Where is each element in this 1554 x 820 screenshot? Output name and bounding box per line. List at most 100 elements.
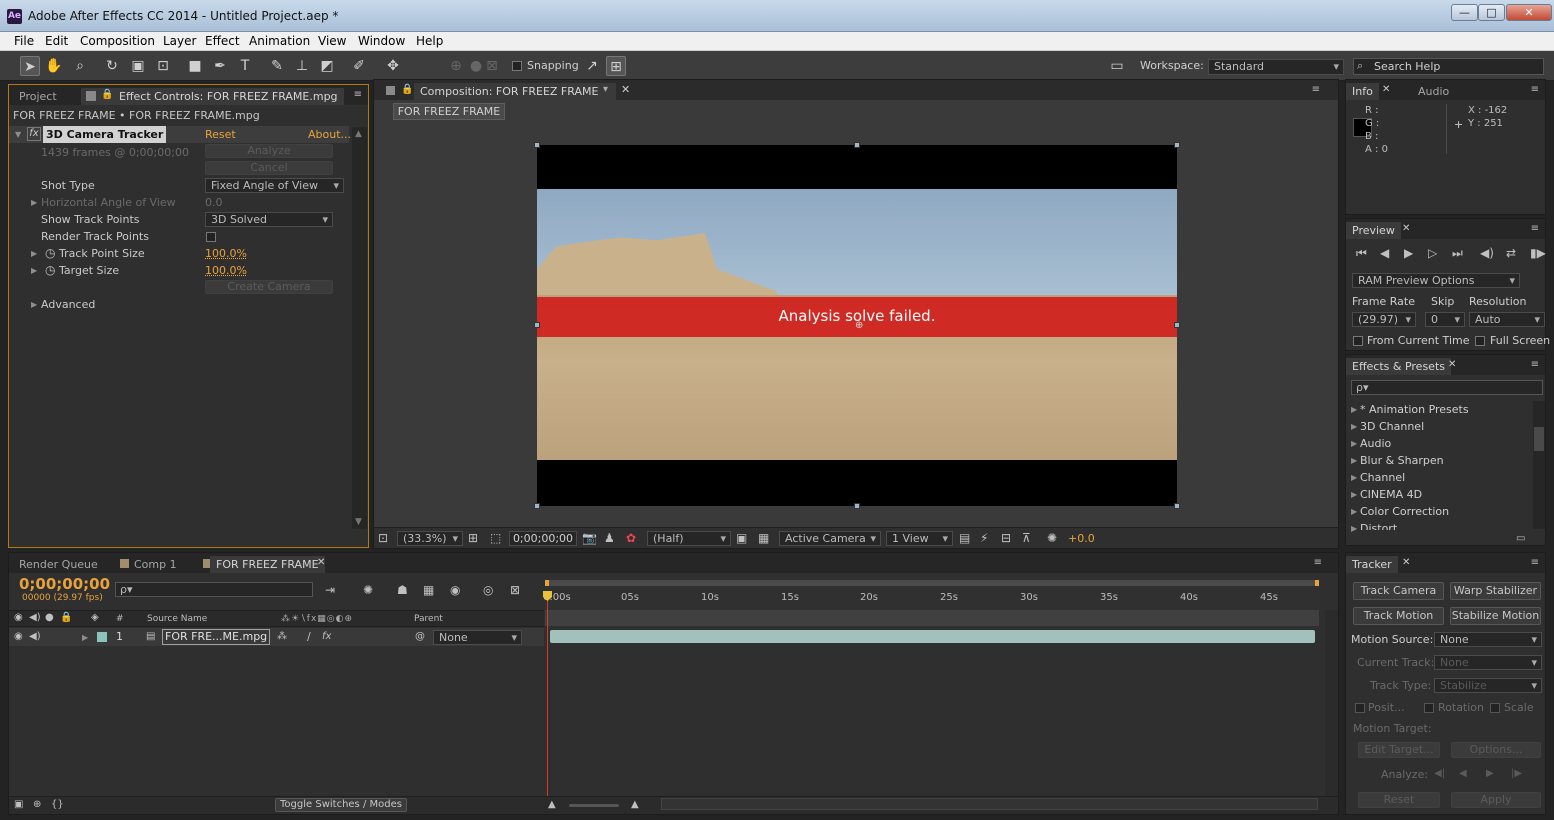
transform-handle[interactable] <box>1174 503 1180 509</box>
composition-viewer[interactable]: Analysis solve failed. ⊕ <box>537 145 1177 506</box>
tab-comp-1[interactable]: Comp 1 <box>128 556 183 573</box>
menu-window[interactable]: Window <box>358 34 405 48</box>
create-camera-button[interactable]: Create Camera <box>205 280 333 294</box>
lock-switch-icon[interactable]: 🔒 <box>60 611 72 625</box>
list-item[interactable]: CINEMA 4D <box>1360 486 1422 503</box>
scale-checkbox[interactable] <box>1490 703 1500 713</box>
view-layout-dropdown[interactable]: 1 View <box>886 531 953 546</box>
play-icon[interactable]: ▶ <box>1404 246 1413 260</box>
target-size-expand-icon[interactable]: ▶ <box>31 266 37 275</box>
toggle-switches-modes-button[interactable]: Toggle Switches / Modes <box>275 798 407 812</box>
eye-icon[interactable]: ◉ <box>14 630 23 644</box>
close-tab-icon[interactable]: ✕ <box>317 557 325 568</box>
brush-tool-icon[interactable]: ✎ <box>267 56 287 76</box>
timeline-icon[interactable]: ⚡ <box>980 531 988 545</box>
from-current-time-checkbox[interactable] <box>1353 336 1363 346</box>
effects-scrollbar[interactable] <box>1533 401 1545 529</box>
close-tab-icon[interactable]: ✕ <box>621 83 630 96</box>
tab-for-freez-frame[interactable]: FOR FREEZ FRAME <box>210 556 325 573</box>
frame-rate-dropdown[interactable]: (29.97) <box>1352 312 1416 327</box>
full-screen-checkbox[interactable] <box>1475 336 1485 346</box>
menu-animation[interactable]: Animation <box>249 34 310 48</box>
draft-3d-icon[interactable]: ✺ <box>363 583 373 597</box>
clone-stamp-tool-icon[interactable]: ⊥ <box>292 56 312 76</box>
current-time-field[interactable]: 0;00;00;00 <box>509 531 577 546</box>
hide-shy-icon[interactable]: ☗ <box>397 583 408 597</box>
mute-audio-icon[interactable]: ◀) <box>1480 246 1494 260</box>
transparency-grid-icon[interactable]: ▦ <box>758 531 769 545</box>
menu-effect[interactable]: Effect <box>205 34 240 48</box>
always-preview-icon[interactable]: ⊡ <box>378 531 388 545</box>
close-tab-icon[interactable]: ✕ <box>1402 223 1410 234</box>
fit-icon[interactable]: ⊞ <box>468 531 478 545</box>
expand-icon[interactable]: ▶ <box>1351 490 1357 499</box>
rotation-checkbox[interactable] <box>1424 703 1434 713</box>
magnification-dropdown[interactable]: (33.3%) <box>397 531 463 546</box>
scroll-up-icon[interactable]: ▲ <box>355 129 362 139</box>
camera-view-dropdown[interactable]: Active Camera <box>779 531 881 546</box>
menu-edit[interactable]: Edit <box>45 34 68 48</box>
exposure-icon[interactable]: ✺ <box>1047 531 1057 545</box>
pick-whip-icon[interactable]: @ <box>415 630 425 644</box>
timeline-horizontal-scrollbar[interactable] <box>661 798 1318 810</box>
scroll-thumb[interactable] <box>1534 427 1544 451</box>
position-checkbox[interactable] <box>1355 703 1365 713</box>
analyze-forward-icon[interactable]: ▶ <box>1486 767 1494 781</box>
render-track-points-checkbox[interactable] <box>206 232 216 242</box>
close-tab-icon[interactable]: ✕ <box>1448 359 1456 370</box>
eraser-tool-icon[interactable]: ◩ <box>317 56 337 76</box>
fx-icon[interactable]: fx <box>27 127 41 141</box>
maximize-button[interactable]: □ <box>1478 4 1505 21</box>
selection-tool-icon[interactable]: ➤ <box>20 56 40 76</box>
close-tab-icon[interactable]: ✕ <box>1382 84 1390 95</box>
menu-help[interactable]: Help <box>416 34 443 48</box>
tab-effects-presets[interactable]: Effects & Presets <box>1346 358 1451 375</box>
panel-menu-icon[interactable]: ≡ <box>354 89 362 100</box>
zoom-out-icon[interactable]: ▲ <box>548 798 556 812</box>
timeline-scrollbar[interactable] <box>1325 610 1338 800</box>
tab-render-queue[interactable]: Render Queue <box>13 556 104 573</box>
about-link[interactable]: About... <box>308 126 351 143</box>
quality-icon[interactable]: ∕ <box>307 630 311 644</box>
list-item[interactable]: Channel <box>1360 469 1405 486</box>
snapshot-icon[interactable]: 📷 <box>582 531 597 545</box>
type-tool-icon[interactable]: T <box>235 56 255 76</box>
cancel-button[interactable]: Cancel <box>205 161 333 175</box>
layer-expand-icon[interactable]: ▶ <box>82 633 88 642</box>
panel-menu-icon[interactable]: ≡ <box>1531 359 1539 370</box>
effect-expand-icon[interactable]: ▼ <box>15 130 21 139</box>
analyze-backward-icon[interactable]: ◀ <box>1459 767 1467 781</box>
track-camera-button[interactable]: Track Camera <box>1353 582 1444 600</box>
panel-menu-icon[interactable]: ≡ <box>1531 557 1539 568</box>
roto-brush-tool-icon[interactable]: ✐ <box>349 56 369 76</box>
show-snapshot-icon[interactable]: ♟ <box>604 531 615 545</box>
layer-duration-bar[interactable] <box>550 630 1315 643</box>
effect-name[interactable]: 3D Camera Tracker <box>43 126 167 143</box>
current-time-indicator[interactable] <box>547 593 548 798</box>
parent-dropdown[interactable]: None <box>433 630 522 645</box>
haov-expand-icon[interactable]: ▶ <box>31 198 37 207</box>
rotate-tool-icon[interactable]: ↻ <box>102 56 122 76</box>
menu-layer[interactable]: Layer <box>163 34 196 48</box>
motion-source-dropdown[interactable]: None <box>1434 632 1542 647</box>
transform-handle[interactable] <box>534 142 540 148</box>
reset-button[interactable]: Reset <box>1358 792 1440 808</box>
stopwatch-icon[interactable]: ◷ <box>45 263 55 277</box>
rectangle-tool-icon[interactable]: ■ <box>185 56 205 76</box>
list-item[interactable]: Audio <box>1360 435 1391 452</box>
current-track-dropdown[interactable]: None <box>1434 655 1542 670</box>
expand-icon[interactable]: ▶ <box>1351 422 1357 431</box>
solo-switch-icon[interactable]: ● <box>45 611 54 625</box>
shy-switch-icon[interactable]: ⁂ <box>277 630 287 644</box>
advanced-expand-icon[interactable]: ▶ <box>31 300 37 309</box>
panel-menu-icon[interactable]: ≡ <box>1531 223 1539 234</box>
speaker-icon[interactable]: ◀) <box>29 630 41 644</box>
skip-dropdown[interactable]: 0 <box>1425 312 1465 327</box>
list-item[interactable]: Blur & Sharpen <box>1360 452 1444 469</box>
target-size-value[interactable]: 100.0% <box>205 262 247 279</box>
current-time-display[interactable]: 0;00;00;00 <box>19 574 110 594</box>
comp-flowchart-icon[interactable]: ⊟ <box>1001 531 1011 545</box>
comp-marker-bin[interactable] <box>545 610 1319 626</box>
expand-icon[interactable]: ▶ <box>1351 439 1357 448</box>
zoom-tool-icon[interactable]: ⌕ <box>70 56 90 76</box>
